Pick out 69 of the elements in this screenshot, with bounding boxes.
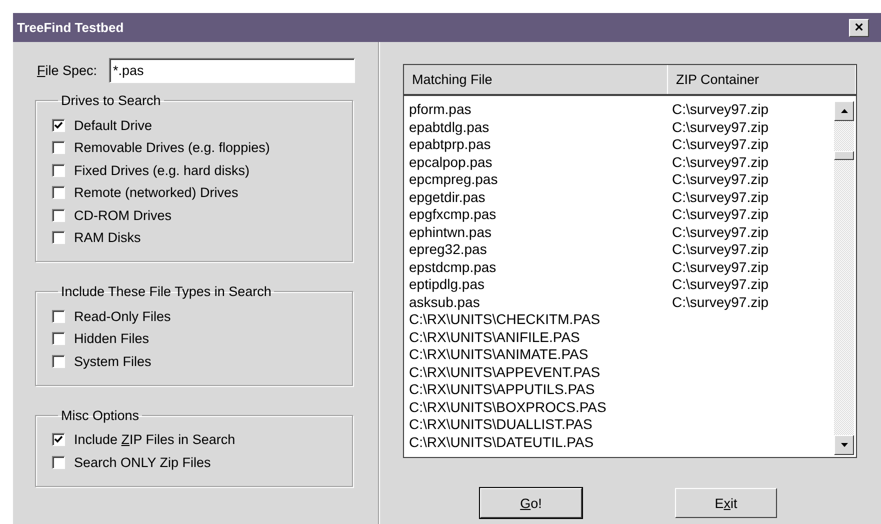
checkbox-label[interactable]: CD-ROM Drives — [74, 208, 172, 223]
file-cell-text: epcmpreg.pas — [409, 171, 499, 188]
checkbox-label[interactable]: Search ONLY Zip Files — [74, 454, 211, 470]
zip-cell: C:\survey97.zip — [672, 206, 768, 224]
scroll-thumb[interactable] — [834, 151, 854, 160]
file-cell-text: epabtprp.pas — [409, 136, 492, 154]
dialog-button[interactable]: Exit — [675, 488, 777, 518]
file-cell-text: C:\RX\UNITS\DUALLIST.PAS — [409, 416, 594, 434]
file-cell-text: C:\RX\UNITS\CHECKITM.PAS — [409, 311, 602, 328]
zip-cell: C:\survey97.zip — [672, 171, 768, 188]
file-cell-text: C:\RX\UNITS\APPEVENT.PAS — [409, 364, 602, 381]
checkbox-label[interactable]: System Files — [74, 354, 152, 369]
file-cell-text: C:\RX\UNITS\APPUTILS.PAS — [409, 381, 596, 398]
file-cell-text: C:\RX\UNITS\BOXPROCS.PAS — [409, 398, 608, 416]
zip-cell: C:\survey97.zip — [672, 224, 768, 241]
zip-cell: C:\survey97.zip — [672, 258, 768, 276]
checkbox[interactable] — [52, 354, 65, 368]
zip-cell: C:\survey97.zip — [672, 276, 768, 294]
file-cell-text: C:\RX\UNITS\DATEUTIL.PAS — [409, 434, 595, 451]
dialog-button[interactable]: Go! — [480, 488, 582, 518]
window-title: TreeFind Testbed — [17, 20, 124, 35]
file-cell-text: epabtdlg.pas — [409, 118, 490, 136]
scroll-down-icon[interactable] — [834, 435, 854, 455]
zip-cell: C:\survey97.zip — [672, 241, 768, 258]
checkbox-label[interactable]: Default Drive — [74, 118, 152, 133]
column-header[interactable]: ZIP Container — [668, 65, 856, 94]
file-cell-text: epgfxcmp.pas — [409, 206, 498, 224]
file-cell-text: epreg32.pas — [409, 241, 488, 258]
file-cell-text: pform.pas — [409, 101, 472, 118]
checkbox[interactable] — [52, 118, 65, 132]
close-button[interactable]: × — [849, 18, 869, 36]
file-spec-label: File Spec: — [37, 63, 98, 78]
file-cell-text: epcalpop.pas — [409, 154, 494, 171]
checkbox-label[interactable]: Removable Drives (e.g. floppies) — [74, 140, 270, 156]
zip-cell: C:\survey97.zip — [672, 118, 768, 136]
checkbox[interactable] — [52, 433, 65, 446]
file-spec-field[interactable]: *.pas — [109, 58, 356, 83]
file-cell-text: eptipdlg.pas — [409, 276, 486, 294]
checkbox-label[interactable]: Fixed Drives (e.g. hard disks) — [74, 162, 250, 178]
column-header[interactable]: Matching File — [404, 65, 668, 94]
checkbox[interactable] — [52, 164, 65, 177]
checkbox-label[interactable]: Remote (networked) Drives — [74, 185, 238, 200]
checkbox[interactable] — [52, 186, 65, 200]
file-cell-text: ephintwn.pas — [409, 224, 493, 241]
file-cell-text: C:\RX\UNITS\ANIMATE.PAS — [409, 346, 590, 364]
scrollbar[interactable] — [834, 101, 854, 455]
file-cell-text: epgetdir.pas — [409, 188, 486, 206]
checkbox-label[interactable]: Hidden Files — [74, 331, 150, 346]
zip-cell: C:\survey97.zip — [672, 101, 768, 118]
checkbox[interactable] — [52, 332, 65, 346]
zip-cell: C:\survey97.zip — [672, 154, 768, 171]
file-cell-text: asksub.pas — [409, 294, 481, 311]
checkbox[interactable] — [52, 231, 65, 244]
checkbox-label[interactable]: Include ZIP Files in Search — [74, 432, 236, 448]
checkbox[interactable] — [52, 310, 65, 323]
zip-cell: C:\survey97.zip — [672, 294, 768, 311]
checkbox-label[interactable]: Read-Only Files — [74, 308, 171, 324]
checkbox-label[interactable]: RAM Disks — [74, 230, 141, 246]
group-title: Include These File Types in Search — [60, 284, 272, 299]
scroll-up-icon[interactable] — [834, 101, 854, 121]
file-cell-text: C:\RX\UNITS\ANIFILE.PAS — [409, 328, 581, 346]
checkbox[interactable] — [52, 141, 65, 154]
group-title: Drives to Search — [60, 93, 162, 108]
checkbox[interactable] — [52, 208, 65, 222]
group-title: Misc Options — [60, 408, 140, 422]
zip-cell: C:\survey97.zip — [672, 188, 768, 206]
zip-cell: C:\survey97.zip — [672, 136, 768, 154]
file-cell-text: epstdcmp.pas — [409, 258, 498, 276]
checkbox[interactable] — [52, 456, 65, 469]
